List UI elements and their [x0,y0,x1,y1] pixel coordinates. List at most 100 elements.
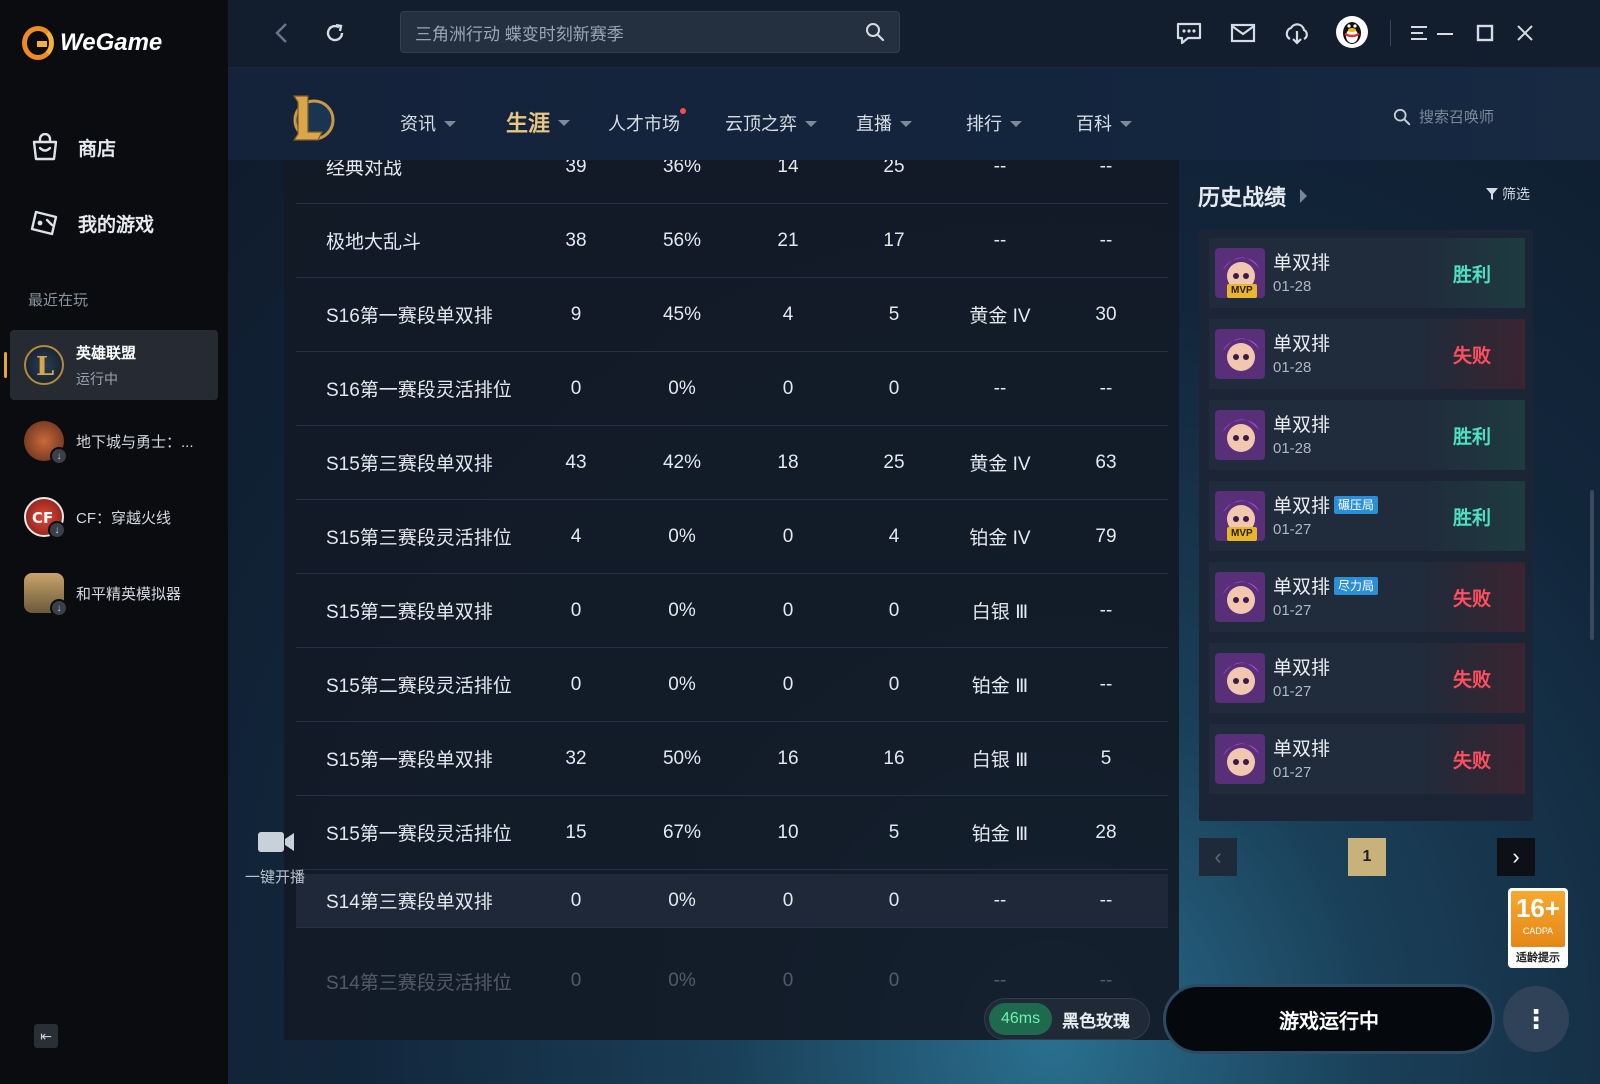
mail-button[interactable] [1228,18,1258,48]
cell-mode: S15第一赛段灵活排位 [326,824,512,845]
cell-points: 28 [1095,821,1117,843]
close-button[interactable] [1510,18,1540,48]
match-item[interactable]: 单双排 01-28 胜利 [1209,400,1525,470]
tab-wiki[interactable]: 百科 [1076,110,1132,136]
prev-page-button[interactable]: ‹ [1199,838,1237,876]
age-rating-badge[interactable]: 16+ CADPA 适龄提示 [1508,888,1568,968]
chevron-left-icon: ‹ [1214,844,1222,869]
recent-game-lol[interactable]: L 英雄联盟 运行中 [4,330,218,400]
sidebar-item-store[interactable]: 商店 [28,132,116,162]
cell-rank: -- [993,889,1007,911]
cell-points: -- [1099,970,1113,991]
table-row[interactable]: 经典对战 39 36% 14 25 -- -- [296,160,1168,204]
server-status[interactable]: 46ms 黑色玫瑰 [984,998,1150,1040]
recent-game-cf[interactable]: CF ↓ CF：穿越火线 [10,482,218,552]
filter-label: 筛选 [1502,186,1530,202]
match-item[interactable]: 单双排 01-27 失败 [1209,724,1525,794]
table-row[interactable]: S15第二赛段单双排 0 0% 0 0 白银 Ⅲ -- [296,574,1168,648]
cell-points: -- [1099,599,1113,621]
table-row[interactable]: S14第三赛段单双排 0 0% 0 0 -- -- [296,874,1168,928]
tab-ranking[interactable]: 排行 [966,110,1022,136]
recent-game-pubg[interactable]: ↓ 和平精英模拟器 [10,558,218,628]
table-row[interactable]: S16第一赛段单双排 9 45% 4 5 黄金 IV 30 [296,278,1168,352]
match-item[interactable]: MVP 单双排 碾压局 01-27 胜利 [1209,481,1525,551]
match-result: 失败 [1419,319,1525,389]
match-item[interactable]: 单双排 尽力局 01-27 失败 [1209,562,1525,632]
recent-game-status: 运行中 [76,370,118,387]
cf-game-icon: CF ↓ [24,497,66,539]
tab-live[interactable]: 直播 [856,110,912,136]
one-click-broadcast[interactable]: 一键开播 [240,830,310,887]
cell-winrate: 0% [668,377,696,399]
cell-wins: 14 [777,160,799,177]
match-mode: 单双排 [1273,253,1331,274]
table-row[interactable]: S15第一赛段灵活排位 15 67% 10 5 铂金 Ⅲ 28 [296,796,1168,870]
download-icon: ↓ [48,521,66,539]
collapse-icon: ⇤ [40,1027,52,1044]
match-result: 胜利 [1419,238,1525,308]
champion-portrait [1215,653,1265,703]
cell-wins: 21 [777,229,799,251]
table-row[interactable]: S15第二赛段灵活排位 0 0% 0 0 铂金 Ⅲ -- [296,648,1168,722]
tab-label: 生涯 [506,111,551,136]
cell-losses: 0 [888,889,900,911]
match-mode: 单双排 [1273,739,1331,760]
back-button[interactable] [266,18,296,48]
cell-winrate: 0% [668,970,696,991]
match-tag: 尽力局 [1334,576,1379,595]
cell-wins: 0 [782,599,794,621]
scrollbar[interactable] [1590,490,1594,640]
maximize-button[interactable] [1470,18,1500,48]
match-item[interactable]: MVP 单双排 01-28 胜利 [1209,238,1525,308]
cell-winrate: 56% [662,229,702,251]
table-row[interactable]: S16第一赛段灵活排位 0 0% 0 0 -- -- [296,352,1168,426]
tab-career[interactable]: 生涯 [506,106,571,138]
download-cloud-icon [1285,23,1308,45]
cell-mode: S15第二赛段灵活排位 [326,676,512,697]
collapse-sidebar-button[interactable]: ⇤ [34,1024,58,1048]
match-item[interactable]: 单双排 01-27 失败 [1209,643,1525,713]
cell-rank: 铂金 Ⅲ [971,676,1029,697]
minimize-button[interactable] [1430,18,1460,48]
match-history-title[interactable]: 历史战绩 [1198,180,1308,212]
recent-game-dnf[interactable]: ↓ 地下城与勇士：... [10,406,218,476]
global-search[interactable] [400,11,900,53]
user-avatar[interactable] [1336,16,1368,48]
game-running-button[interactable]: 游戏运行中 [1163,984,1495,1054]
next-page-button[interactable]: › [1497,838,1535,876]
search-icon [1393,108,1411,125]
table-row[interactable]: S15第一赛段单双排 32 50% 16 16 白银 Ⅲ 5 [296,722,1168,796]
cell-wins: 0 [782,970,794,991]
table-row[interactable]: 极地大乱斗 38 56% 21 17 -- -- [296,204,1168,278]
tab-tft[interactable]: 云顶之弈 [725,110,817,136]
match-date: 01-28 [1273,440,1312,457]
tab-news[interactable]: 资讯 [400,110,456,136]
match-result: 失败 [1419,724,1525,794]
cell-losses: 16 [883,747,905,769]
table-row[interactable]: S15第三赛段灵活排位 4 0% 0 4 铂金 IV 79 [296,500,1168,574]
match-item[interactable]: 单双排 01-28 失败 [1209,319,1525,389]
cell-rank: 黄金 IV [969,454,1031,475]
tab-talent-market[interactable]: 人才市场 [608,108,686,136]
cell-rank: 铂金 Ⅲ [971,824,1029,845]
summoner-search[interactable]: 搜索召唤师 [1393,106,1494,127]
download-manager-button[interactable] [1282,18,1312,48]
table-row[interactable]: S15第三赛段单双排 43 42% 18 25 黄金 IV 63 [296,426,1168,500]
refresh-button[interactable] [320,18,350,48]
filter-button[interactable]: 筛选 [1486,184,1530,204]
search-input[interactable] [415,22,865,42]
cell-losses: 25 [883,451,905,473]
page-number-button[interactable]: 1 [1348,838,1386,876]
wegame-logo[interactable]: WeGame [22,26,162,60]
match-date: 01-28 [1273,359,1312,376]
sidebar-item-my-games[interactable]: 我的游戏 [28,208,154,238]
match-mode: 单双排 [1273,334,1331,355]
more-options-button[interactable]: ⋮ [1503,986,1569,1052]
game-nav: 资讯 生涯 人才市场 云顶之弈 直播 排行 百科 搜索召唤师 [228,68,1600,160]
cell-winrate: 45% [662,303,702,325]
lol-logo-icon[interactable] [288,92,336,144]
recent-game-name: CF：穿越火线 [76,509,171,527]
pubg-game-icon: ↓ [24,573,68,617]
message-button[interactable] [1174,18,1204,48]
search-icon[interactable] [865,22,885,42]
